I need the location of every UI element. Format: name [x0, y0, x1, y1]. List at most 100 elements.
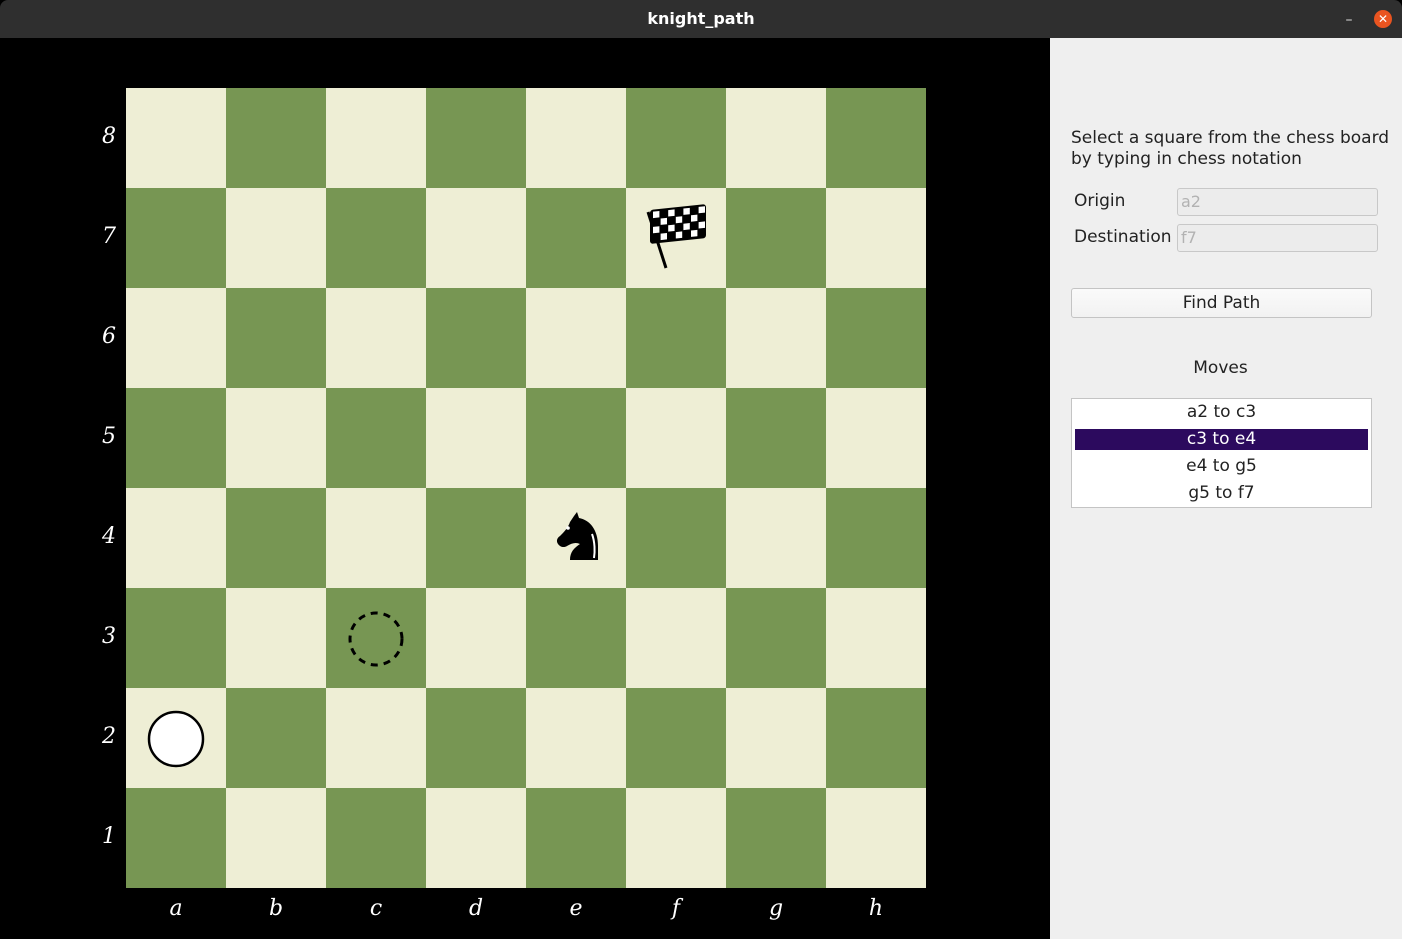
square-c3[interactable]	[326, 588, 426, 688]
app-window: knight_path – ✕ 8 7 6 5 4 3 2 1 a b c d e f g h Select…	[0, 0, 1402, 939]
chess-board[interactable]	[126, 88, 926, 888]
move-item[interactable]: e4 to g5	[1075, 456, 1368, 477]
square-g3[interactable]	[726, 588, 826, 688]
square-h8[interactable]	[826, 88, 926, 188]
file-label-c: c	[369, 896, 383, 921]
minimize-button[interactable]: –	[1339, 10, 1359, 30]
rank-label-5: 5	[102, 424, 116, 449]
square-c7[interactable]	[326, 188, 426, 288]
rank-label-7: 7	[102, 224, 116, 249]
close-button[interactable]: ✕	[1374, 10, 1392, 28]
square-f7[interactable]	[626, 188, 726, 288]
square-b1[interactable]	[226, 788, 326, 888]
white-circle-icon	[126, 688, 226, 788]
square-c5[interactable]	[326, 388, 426, 488]
moves-title: Moves	[1193, 358, 1248, 378]
square-b4[interactable]	[226, 488, 326, 588]
side-panel: Select a square from the chess board by …	[1050, 38, 1402, 939]
black-knight-icon	[526, 488, 626, 588]
square-a5[interactable]	[126, 388, 226, 488]
file-label-b: b	[268, 896, 284, 921]
square-e5[interactable]	[526, 388, 626, 488]
square-c1[interactable]	[326, 788, 426, 888]
square-c4[interactable]	[326, 488, 426, 588]
square-g6[interactable]	[726, 288, 826, 388]
square-f6[interactable]	[626, 288, 726, 388]
square-e4[interactable]	[526, 488, 626, 588]
rank-label-6: 6	[102, 324, 116, 349]
square-h5[interactable]	[826, 388, 926, 488]
find-path-button[interactable]: Find Path	[1071, 288, 1372, 318]
square-b2[interactable]	[226, 688, 326, 788]
rank-label-8: 8	[102, 124, 116, 149]
square-d3[interactable]	[426, 588, 526, 688]
square-g5[interactable]	[726, 388, 826, 488]
square-f4[interactable]	[626, 488, 726, 588]
square-e8[interactable]	[526, 88, 626, 188]
square-d8[interactable]	[426, 88, 526, 188]
square-h7[interactable]	[826, 188, 926, 288]
file-label-f: f	[671, 896, 681, 921]
square-g2[interactable]	[726, 688, 826, 788]
square-g4[interactable]	[726, 488, 826, 588]
square-d1[interactable]	[426, 788, 526, 888]
square-c2[interactable]	[326, 688, 426, 788]
square-a2[interactable]	[126, 688, 226, 788]
window-title: knight_path	[647, 9, 755, 28]
file-label-d: d	[468, 896, 484, 921]
square-b5[interactable]	[226, 388, 326, 488]
dashed-circle-icon	[326, 588, 426, 688]
square-d2[interactable]	[426, 688, 526, 788]
square-b3[interactable]	[226, 588, 326, 688]
moves-list[interactable]: a2 to c3 c3 to e4 e4 to g5 g5 to f7	[1071, 398, 1372, 508]
square-c6[interactable]	[326, 288, 426, 388]
instructions-text: Select a square from the chess board by …	[1071, 128, 1390, 169]
move-item[interactable]: a2 to c3	[1075, 402, 1368, 423]
square-h3[interactable]	[826, 588, 926, 688]
move-item[interactable]: c3 to e4	[1075, 429, 1368, 450]
square-a3[interactable]	[126, 588, 226, 688]
square-g8[interactable]	[726, 88, 826, 188]
square-f3[interactable]	[626, 588, 726, 688]
destination-input[interactable]: f7	[1177, 224, 1378, 252]
square-f8[interactable]	[626, 88, 726, 188]
move-item[interactable]: g5 to f7	[1075, 483, 1368, 504]
square-e3[interactable]	[526, 588, 626, 688]
square-d7[interactable]	[426, 188, 526, 288]
rank-label-4: 4	[102, 524, 116, 549]
board-area: 8 7 6 5 4 3 2 1 a b c d e f g h	[1, 38, 1050, 938]
square-b8[interactable]	[226, 88, 326, 188]
origin-input[interactable]: a2	[1177, 188, 1378, 216]
square-e7[interactable]	[526, 188, 626, 288]
square-d6[interactable]	[426, 288, 526, 388]
square-f1[interactable]	[626, 788, 726, 888]
square-h6[interactable]	[826, 288, 926, 388]
square-d4[interactable]	[426, 488, 526, 588]
square-g7[interactable]	[726, 188, 826, 288]
file-label-h: h	[868, 896, 884, 921]
square-g1[interactable]	[726, 788, 826, 888]
square-d5[interactable]	[426, 388, 526, 488]
square-e2[interactable]	[526, 688, 626, 788]
square-b7[interactable]	[226, 188, 326, 288]
square-h4[interactable]	[826, 488, 926, 588]
square-f2[interactable]	[626, 688, 726, 788]
square-e1[interactable]	[526, 788, 626, 888]
file-label-a: a	[169, 896, 183, 921]
checkered-flag-icon	[626, 188, 726, 288]
file-label-g: g	[768, 896, 784, 921]
square-a8[interactable]	[126, 88, 226, 188]
square-h2[interactable]	[826, 688, 926, 788]
square-e6[interactable]	[526, 288, 626, 388]
square-a4[interactable]	[126, 488, 226, 588]
square-a7[interactable]	[126, 188, 226, 288]
file-label-e: e	[569, 896, 583, 921]
square-a6[interactable]	[126, 288, 226, 388]
square-h1[interactable]	[826, 788, 926, 888]
square-a1[interactable]	[126, 788, 226, 888]
square-b6[interactable]	[226, 288, 326, 388]
rank-label-2: 2	[102, 724, 116, 749]
square-c8[interactable]	[326, 88, 426, 188]
origin-label: Origin	[1074, 191, 1126, 211]
square-f5[interactable]	[626, 388, 726, 488]
